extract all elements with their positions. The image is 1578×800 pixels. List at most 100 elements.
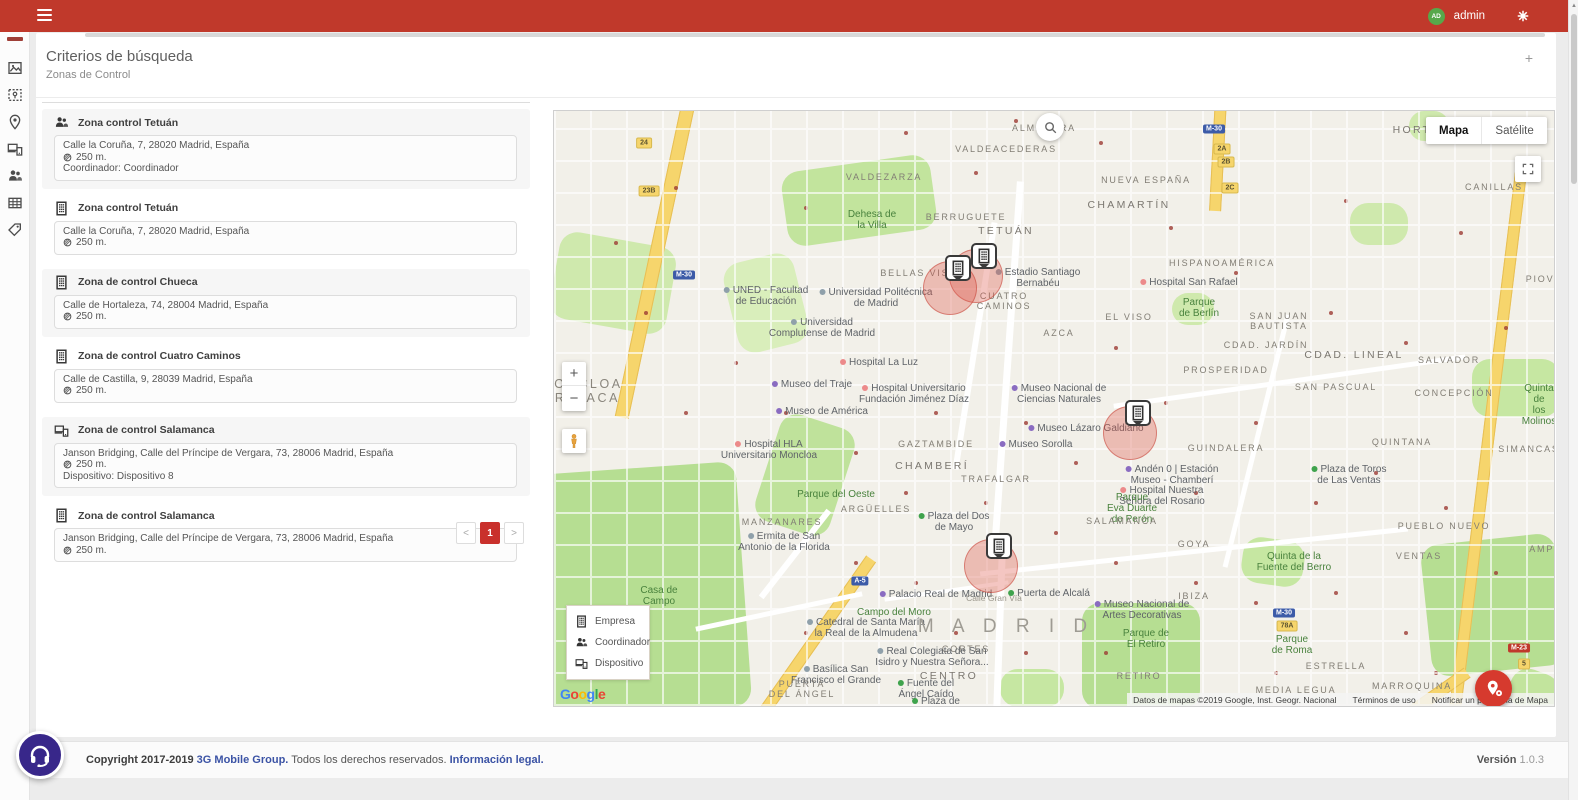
- sidebar-item-reports[interactable]: [7, 195, 23, 211]
- zone-extra: Coordinador: Coordinador: [63, 163, 508, 175]
- zone-address: Calle de Hortaleza, 74, 28004 Madrid, Es…: [63, 300, 508, 312]
- sidebar-item-control-zones[interactable]: [7, 87, 23, 103]
- zone-card-header: Zona de control Chueca: [42, 275, 530, 290]
- locate-zones-fab[interactable]: [1475, 670, 1512, 707]
- zone-title: Zona de control Cuatro Caminos: [78, 350, 241, 362]
- legend-item-empresa: Empresa: [567, 611, 649, 632]
- icon-sidebar: [0, 32, 30, 800]
- user-menu[interactable]: AD admin: [1428, 0, 1530, 32]
- zone-card[interactable]: Zona de control Salamanca Janson Bridging…: [42, 417, 530, 497]
- road-shield: 2C: [1222, 183, 1239, 194]
- building-icon: [54, 508, 69, 523]
- zone-card[interactable]: Zona de control Cuatro Caminos Calle de C…: [42, 343, 530, 411]
- map-type-control: Mapa Satélite: [1426, 117, 1547, 144]
- sidebar-item-devices[interactable]: [7, 141, 23, 157]
- map-copyright: Datos de mapas ©2019 Google, Inst. Geogr…: [1133, 695, 1336, 705]
- zone-card[interactable]: Zona de control Chueca Calle de Hortaleza…: [42, 269, 530, 337]
- search-criteria-panel: Criterios de búsqueda Zonas de Control +…: [36, 33, 1556, 737]
- road-shield: 24: [636, 138, 652, 149]
- legend-item-coordinador: Coordinador: [567, 632, 649, 653]
- zone-card-header: Zona control Tetuán: [42, 201, 530, 216]
- menu-toggle-icon[interactable]: [37, 9, 52, 22]
- support-chat-fab[interactable]: [16, 731, 64, 779]
- zone-card[interactable]: Zona control Tetuán Calle la Coruña, 7, 2…: [42, 109, 530, 189]
- google-map[interactable]: ALMENARAVALDEACEDERASVALDEZARZANUEVA ESP…: [553, 110, 1555, 707]
- device-icon: [54, 423, 69, 438]
- legend-item-dispositivo: Dispositivo: [567, 653, 649, 674]
- road-shield: 2B: [1218, 157, 1235, 168]
- user-name: admin: [1454, 10, 1485, 22]
- road-shield: 78A: [1277, 621, 1298, 632]
- avatar: AD: [1428, 8, 1445, 25]
- scrollbar-up-icon[interactable]: ▲: [1570, 2, 1578, 10]
- radius-icon: [63, 460, 72, 469]
- zone-card[interactable]: Zona control Tetuán Calle la Coruña, 7, 2…: [42, 195, 530, 263]
- zone-address: Calle de Castilla, 9, 28039 Madrid, Espa…: [63, 374, 508, 386]
- google-logo[interactable]: Google: [560, 686, 605, 702]
- building-marker-icon[interactable]: [1125, 400, 1151, 426]
- road-shield: M-30: [1203, 125, 1225, 134]
- zone-radius: 250 m.: [63, 152, 508, 164]
- radius-icon: [63, 153, 72, 162]
- footer: Copyright 2017-2019 3G Mobile Group. Tod…: [30, 741, 1568, 778]
- zone-list: Zona control Tetuán Calle la Coruña, 7, 2…: [42, 102, 530, 570]
- building-icon: [54, 349, 69, 364]
- zone-card-header: Zona de control Cuatro Caminos: [42, 349, 530, 364]
- road-shield: A-5: [851, 577, 868, 586]
- zoom-in-button[interactable]: +: [562, 362, 586, 386]
- map-search-button[interactable]: [1036, 113, 1064, 141]
- sidebar-item-locations[interactable]: [7, 114, 23, 130]
- zone-address: Calle la Coruña, 7, 28020 Madrid, España: [63, 226, 508, 238]
- road-shield: 5: [1518, 659, 1530, 670]
- road-shield: 2A: [1214, 144, 1231, 155]
- expand-panel-icon[interactable]: +: [1522, 51, 1536, 65]
- zone-extra: Dispositivo: Dispositivo 8: [63, 471, 508, 483]
- users-icon: [575, 636, 588, 649]
- zoom-control: + −: [562, 362, 586, 411]
- page-title: Criterios de búsqueda: [46, 48, 193, 65]
- tools-icon[interactable]: [1516, 9, 1530, 23]
- legal-info-link[interactable]: Información legal.: [450, 754, 544, 766]
- terms-link[interactable]: Términos de uso: [1352, 695, 1415, 705]
- page-scrollbar[interactable]: ▲: [1568, 0, 1578, 800]
- zone-radius: 250 m.: [63, 385, 508, 397]
- pagination-next-button[interactable]: >: [504, 522, 524, 544]
- headset-icon: [28, 743, 52, 767]
- radius-icon: [63, 238, 72, 247]
- sidebar-item-tags[interactable]: [7, 222, 23, 238]
- zone-radius: 250 m.: [63, 545, 508, 557]
- zone-radius: 250 m.: [63, 237, 508, 249]
- zone-details-box: Calle de Castilla, 9, 28039 Madrid, Espa…: [54, 369, 517, 403]
- road-shield: M-23: [1508, 644, 1530, 653]
- scrollbar-thumb[interactable]: [1571, 14, 1577, 184]
- zoom-out-button[interactable]: −: [562, 386, 586, 410]
- pegman-control[interactable]: [562, 429, 586, 453]
- road-shield: 23B: [639, 186, 660, 197]
- building-marker-icon[interactable]: [971, 243, 997, 269]
- zone-radius: 250 m.: [63, 459, 508, 471]
- zone-title: Zona control Tetuán: [78, 117, 178, 129]
- zone-details-box: Calle de Hortaleza, 74, 28004 Madrid, Es…: [54, 295, 517, 329]
- radius-icon: [63, 386, 72, 395]
- building-icon: [575, 615, 588, 628]
- zone-title: Zona de control Salamanca: [78, 510, 215, 522]
- company-link[interactable]: 3G Mobile Group.: [197, 754, 289, 766]
- building-marker-icon[interactable]: [945, 255, 971, 281]
- fullscreen-button[interactable]: [1515, 156, 1541, 182]
- zone-address: Janson Bridging, Calle del Príncipe de V…: [63, 448, 508, 460]
- pagination-prev-button[interactable]: <: [456, 522, 476, 544]
- map-type-map-button[interactable]: Mapa: [1426, 117, 1482, 144]
- zone-details-box: Calle la Coruña, 7, 28020 Madrid, España…: [54, 135, 517, 181]
- app-root: AD admin ▲ Criterios de búsqueda Zonas d…: [0, 0, 1578, 800]
- zone-title: Zona de control Salamanca: [78, 424, 215, 436]
- sidebar-item-map-image[interactable]: [7, 60, 23, 76]
- top-navbar: AD admin: [0, 0, 1568, 32]
- radius-icon: [63, 546, 72, 555]
- horizontal-scrollbar[interactable]: [85, 33, 1545, 37]
- sidebar-item-users[interactable]: [7, 168, 23, 184]
- pagination-page-1-button[interactable]: 1: [480, 522, 500, 544]
- map-type-satellite-button[interactable]: Satélite: [1482, 117, 1546, 144]
- building-icon: [54, 201, 69, 216]
- building-marker-icon[interactable]: [986, 533, 1012, 559]
- zone-title: Zona de control Chueca: [78, 276, 198, 288]
